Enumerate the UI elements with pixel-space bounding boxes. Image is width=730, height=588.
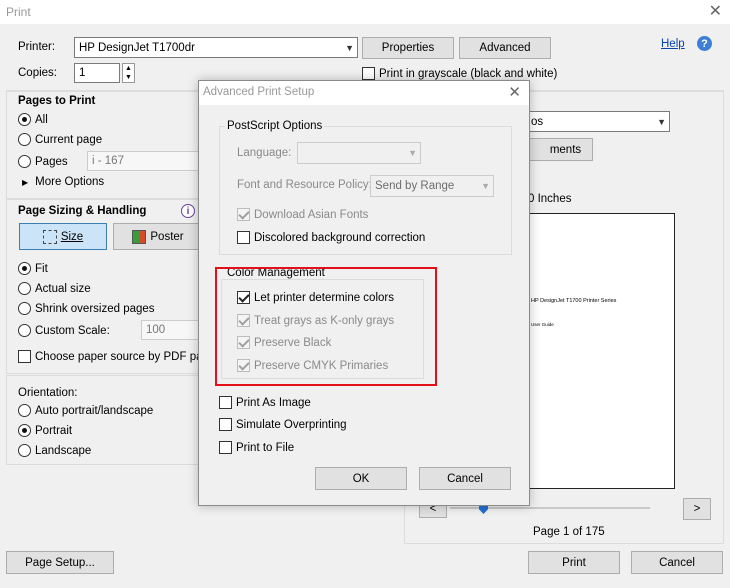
dialog-cancel-button[interactable]: Cancel [419,467,511,490]
printer-label: Printer: [18,41,56,53]
postscript-options-title: PostScript Options [225,120,325,132]
paper-size-readout: 0 Inches [528,193,572,205]
radio-auto-orientation[interactable]: Auto portrait/landscape [18,404,153,417]
copies-input[interactable]: 1 [74,63,120,83]
chevron-down-icon: ▼ [408,148,417,158]
info-icon[interactable]: i [181,204,195,218]
print-button[interactable]: Print [528,551,620,574]
page-setup-button[interactable]: Page Setup... [6,551,114,574]
poster-icon [132,229,147,244]
dialog-title: Advanced Print Setup [203,86,315,98]
copies-label: Copies: [18,67,57,79]
orientation-title: Orientation: [18,387,78,399]
printer-value: HP DesignJet T1700dr [79,41,195,54]
size-icon [42,229,57,244]
dialog-titlebar: Advanced Print Setup ✕ [199,81,529,105]
font-policy-select[interactable]: Send by Range ▼ [370,175,494,197]
pages-range-input[interactable]: i - 167 [87,151,199,171]
highlight-box [215,267,437,386]
chevron-down-icon: ▼ [345,42,354,53]
preview-text-title: HP DesignJet T1700 Printer Series [531,298,617,304]
more-options-toggle[interactable]: ▶ More Options [22,176,104,188]
radio-shrink-oversized[interactable]: Shrink oversized pages [18,302,155,315]
chevron-down-icon: ▼ [657,116,666,127]
download-asian-fonts-checkbox[interactable]: Download Asian Fonts [237,208,368,221]
discolored-bg-checkbox[interactable]: Discolored background correction [237,231,425,244]
radio-fit[interactable]: Fit [18,262,48,275]
font-policy-label: Font and Resource Policy: [237,179,372,191]
cancel-button[interactable]: Cancel [631,551,723,574]
window-titlebar: Print ✕ [0,0,730,24]
grayscale-label: Print in grayscale (black and white) [379,67,558,80]
preview-text-subtitle: User Guide [531,322,554,327]
simulate-overprinting-checkbox[interactable]: Simulate Overprinting [219,418,347,431]
radio-portrait[interactable]: Portrait [18,424,72,437]
triangle-right-icon: ▶ [22,177,29,187]
custom-scale-input[interactable]: 100 [141,320,199,340]
close-icon[interactable]: ✕ [709,2,722,22]
radio-pages[interactable]: Pages [18,155,68,168]
radio-actual-size[interactable]: Actual size [18,282,91,295]
printer-select[interactable]: HP DesignJet T1700dr ▼ [74,37,358,58]
advanced-print-setup-dialog: Advanced Print Setup ✕ PostScript Option… [198,80,530,506]
stepper-up-icon[interactable]: ▲ [123,64,134,73]
grayscale-box[interactable] [362,67,375,80]
dialog-ok-button[interactable]: OK [315,467,407,490]
chevron-down-icon: ▼ [481,181,490,191]
choose-paper-checkbox[interactable]: Choose paper source by PDF page s [18,350,224,363]
radio-custom-scale[interactable]: Custom Scale: [18,324,110,337]
language-select[interactable]: ▼ [297,142,421,164]
window-title: Print [6,5,31,19]
grayscale-checkbox[interactable]: Print in grayscale (black and white) [362,67,557,80]
properties-button[interactable]: Properties [362,37,454,59]
copies-value: 1 [79,67,86,79]
radio-all[interactable]: All [18,113,48,126]
advanced-button[interactable]: Advanced [459,37,551,59]
poster-button[interactable]: Poster [113,223,203,250]
radio-landscape[interactable]: Landscape [18,444,91,457]
page-count: Page 1 of 175 [533,526,605,538]
pages-to-print-title: Pages to Print [18,95,96,107]
dialog-close-icon[interactable]: ✕ [508,83,521,101]
help-link[interactable]: Help [661,38,685,50]
help-icon[interactable]: ? [697,36,712,51]
language-label: Language: [237,147,292,159]
radio-current-page[interactable]: Current page [18,133,102,146]
size-button[interactable]: Size [19,223,107,250]
stepper-down-icon[interactable]: ▼ [123,73,134,82]
print-to-file-checkbox[interactable]: Print to File [219,441,294,454]
page-sizing-title: Page Sizing & Handling [18,205,147,217]
copies-stepper[interactable]: ▲ ▼ [122,63,135,83]
print-as-image-checkbox[interactable]: Print As Image [219,396,311,409]
next-page-button[interactable]: > [683,498,711,520]
